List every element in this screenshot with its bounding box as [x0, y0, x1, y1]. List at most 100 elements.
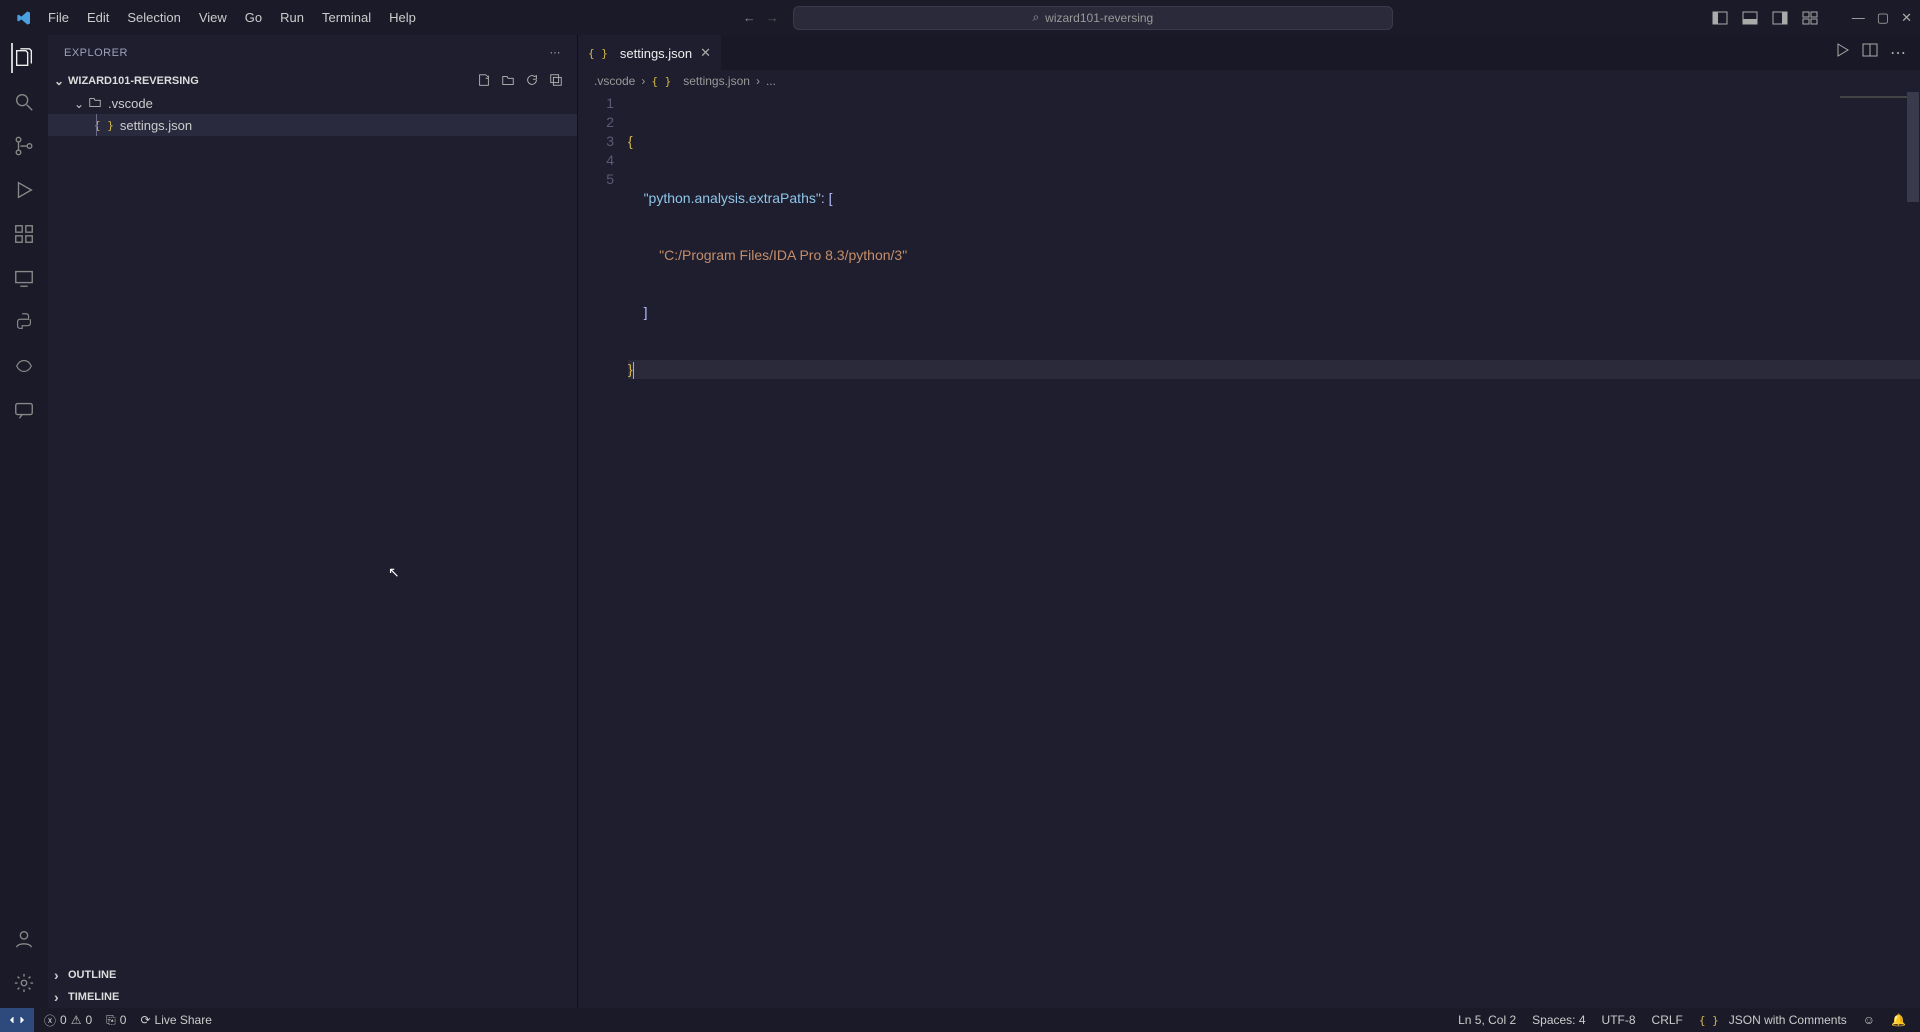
toggle-panel-icon[interactable] — [1742, 10, 1758, 26]
refresh-icon[interactable] — [525, 73, 539, 90]
new-file-icon[interactable] — [477, 73, 491, 90]
tree-folder-vscode[interactable]: .vscode — [48, 92, 577, 114]
status-indent[interactable]: Spaces: 4 — [1532, 1013, 1585, 1027]
editor-scrollbar[interactable] — [1906, 92, 1920, 1008]
status-ports[interactable]: ⎘0 — [106, 1013, 126, 1028]
activity-share-icon[interactable] — [11, 353, 37, 379]
chevron-right-icon — [54, 967, 68, 983]
nav-back-icon[interactable]: ← — [743, 10, 756, 25]
activity-run-debug-icon[interactable] — [11, 177, 37, 203]
json-file-icon — [94, 119, 114, 132]
breadcrumb-folder[interactable]: .vscode — [594, 74, 635, 88]
code-content[interactable]: { "python.analysis.extraPaths": [ "C:/Pr… — [628, 92, 1920, 1008]
more-icon[interactable]: ⋯ — [1890, 43, 1906, 63]
menu-go[interactable]: Go — [237, 6, 270, 29]
menu-terminal[interactable]: Terminal — [314, 6, 379, 29]
activity-source-control-icon[interactable] — [11, 133, 37, 159]
editor-area: settings.json ✕ ⋯ .vscode › settings.jso… — [578, 35, 1920, 1008]
command-center[interactable]: ⌕ wizard101-reversing — [793, 6, 1393, 30]
sidebar-more-icon[interactable]: ⋯ — [550, 46, 562, 59]
tab-close-icon[interactable]: ✕ — [700, 45, 711, 61]
section-timeline[interactable]: Timeline — [48, 986, 577, 1008]
json-file-icon — [588, 47, 608, 60]
text-cursor — [633, 362, 634, 379]
file-tree: .vscode settings.json — [48, 92, 577, 964]
command-center-text: wizard101-reversing — [1045, 11, 1153, 25]
menu-edit[interactable]: Edit — [79, 6, 117, 29]
toggle-primary-sidebar-icon[interactable] — [1712, 10, 1728, 26]
minimize-icon[interactable]: — — [1852, 10, 1865, 26]
workspace-folder-name: WIZARD101-REVERSING — [68, 75, 199, 87]
activity-bar — [0, 35, 48, 1008]
activity-remote-icon[interactable] — [11, 265, 37, 291]
code-token: { — [628, 133, 633, 149]
status-eol[interactable]: CRLF — [1652, 1013, 1683, 1027]
tab-label: settings.json — [620, 46, 692, 61]
folder-icon — [88, 95, 102, 112]
status-feedback-icon[interactable]: ☺ — [1863, 1013, 1875, 1027]
tree-file-settings[interactable]: settings.json — [48, 114, 577, 136]
close-icon[interactable]: ✕ — [1901, 10, 1912, 26]
chevron-down-icon — [74, 96, 88, 111]
chevron-down-icon — [54, 74, 68, 88]
error-icon: ⓧ — [44, 1012, 56, 1029]
activity-chat-icon[interactable] — [11, 397, 37, 423]
code-token: : [ — [821, 190, 833, 206]
activity-explorer-icon[interactable] — [11, 45, 37, 71]
ports-count: 0 — [120, 1013, 127, 1027]
activity-python-icon[interactable] — [11, 309, 37, 335]
code-editor[interactable]: 1 2 3 4 5 { "python.analysis.extraPaths"… — [578, 92, 1920, 1008]
breadcrumb-file[interactable]: settings.json — [683, 74, 750, 88]
tab-row: settings.json ✕ ⋯ — [578, 35, 1920, 70]
activity-account-icon[interactable] — [11, 926, 37, 952]
main-area: Explorer ⋯ WIZARD101-REVERSING .vscode s… — [0, 35, 1920, 1008]
status-problems[interactable]: ⓧ0 ⚠0 — [44, 1012, 92, 1029]
line-number: 4 — [578, 151, 614, 170]
new-folder-icon[interactable] — [501, 73, 515, 90]
breadcrumb-more[interactable]: ... — [766, 74, 776, 88]
status-bell-icon[interactable]: 🔔 — [1891, 1013, 1906, 1027]
scrollbar-thumb[interactable] — [1907, 92, 1919, 202]
sidebar: Explorer ⋯ WIZARD101-REVERSING .vscode s… — [48, 35, 578, 1008]
run-icon[interactable] — [1834, 42, 1850, 63]
customize-layout-icon[interactable] — [1802, 10, 1818, 26]
breadcrumb[interactable]: .vscode › settings.json › ... — [578, 70, 1920, 92]
status-cursor-pos[interactable]: Ln 5, Col 2 — [1458, 1013, 1516, 1027]
chevron-right-icon — [54, 989, 68, 1005]
activity-extensions-icon[interactable] — [11, 221, 37, 247]
split-editor-icon[interactable] — [1862, 42, 1878, 63]
sidebar-footer: Outline Timeline — [48, 964, 577, 1008]
tab-settings-json[interactable]: settings.json ✕ — [578, 35, 721, 70]
line-gutter: 1 2 3 4 5 — [578, 92, 628, 1008]
activity-settings-icon[interactable] — [11, 970, 37, 996]
warning-icon: ⚠ — [71, 1013, 82, 1027]
menu-view[interactable]: View — [191, 6, 235, 29]
menu-help[interactable]: Help — [381, 6, 424, 29]
minimap-content — [1840, 96, 1910, 106]
nav-arrows: ← → — [743, 10, 779, 25]
maximize-icon[interactable]: ▢ — [1877, 10, 1889, 26]
remote-indicator[interactable] — [0, 1008, 34, 1032]
line-number: 5 — [578, 170, 614, 189]
vscode-logo-icon — [16, 10, 32, 26]
status-language[interactable]: JSON with Comments — [1699, 1013, 1847, 1027]
line-number: 1 — [578, 94, 614, 113]
statusbar: ⓧ0 ⚠0 ⎘0 ⟳Live Share Ln 5, Col 2 Spaces:… — [0, 1008, 1920, 1032]
status-language-label: JSON with Comments — [1729, 1013, 1847, 1027]
tree-folder-label: .vscode — [108, 96, 153, 111]
status-live-share[interactable]: ⟳Live Share — [140, 1013, 211, 1027]
line-number: 3 — [578, 132, 614, 151]
toggle-secondary-sidebar-icon[interactable] — [1772, 10, 1788, 26]
menu-run[interactable]: Run — [272, 6, 312, 29]
menu-file[interactable]: File — [40, 6, 77, 29]
workspace-folder-row[interactable]: WIZARD101-REVERSING — [48, 70, 577, 92]
section-outline[interactable]: Outline — [48, 964, 577, 986]
code-token: "python.analysis.extraPaths" — [644, 190, 821, 206]
minimap[interactable] — [1810, 92, 1920, 1008]
menu-selection[interactable]: Selection — [119, 6, 188, 29]
collapse-all-icon[interactable] — [549, 73, 563, 90]
activity-search-icon[interactable] — [11, 89, 37, 115]
section-label: Timeline — [68, 991, 119, 1003]
live-share-icon: ⟳ — [140, 1013, 150, 1027]
status-encoding[interactable]: UTF-8 — [1602, 1013, 1636, 1027]
